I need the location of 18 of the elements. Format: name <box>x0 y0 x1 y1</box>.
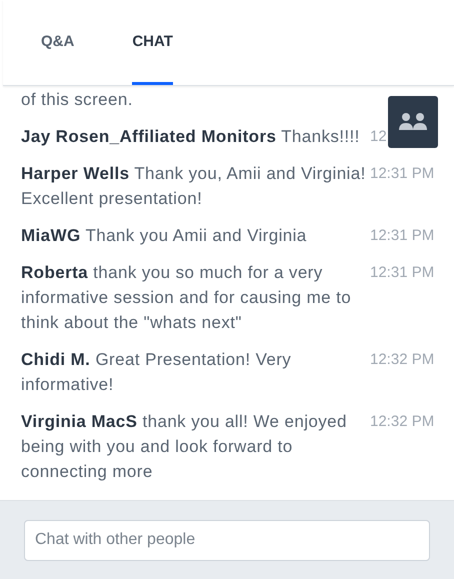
chat-message: Virginia MacS thank you all! We enjoyed being with you and look forward to connecting more <box>21 411 348 483</box>
message-time: 12:32 PM <box>370 412 434 432</box>
message-time: 12:31 PM <box>370 164 434 184</box>
tab[interactable]: CHAT <box>132 0 173 85</box>
message-time: 12:31 PM <box>370 263 434 283</box>
chat-message: Jay Rosen_Affiliated Monitors Thanks!!!! <box>21 126 361 148</box>
chat-message: MiaWG Thank you Amii and Virginia <box>21 225 308 247</box>
message-text: of this screen. <box>21 89 134 111</box>
people-icon <box>398 112 428 132</box>
message-time: 12 <box>370 127 387 147</box>
message-time: 12:32 PM <box>370 350 434 370</box>
message-time: 12:31 PM <box>370 226 434 246</box>
chat-message: Chidi M. Great Presentation! Very informative! <box>21 349 292 396</box>
tab[interactable]: Q&A <box>41 0 74 85</box>
chat-input[interactable]: Chat with other people <box>24 520 430 560</box>
participants-button[interactable] <box>388 96 438 148</box>
chat-message: Harper Wells Thank you, Amii and Virginia! Excellent presentation! <box>21 163 367 210</box>
chat-message: Roberta thank you so much for a very informative session and for causing me to think about the "whats next" <box>21 262 352 334</box>
